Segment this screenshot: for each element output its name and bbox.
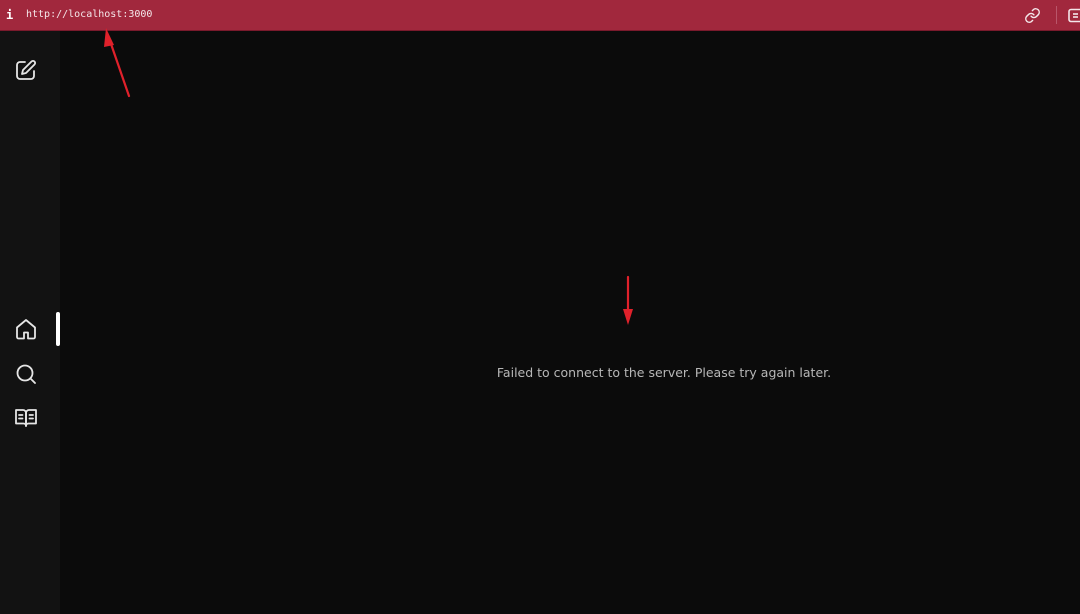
address-bar: i http://localhost:3000 xyxy=(0,0,1080,31)
panel-icon[interactable] xyxy=(1068,8,1080,23)
sidebar-item-home[interactable] xyxy=(13,316,39,342)
info-icon[interactable]: i xyxy=(6,7,14,23)
url-text[interactable]: http://localhost:3000 xyxy=(26,7,152,23)
home-icon xyxy=(16,319,36,340)
sidebar-item-search[interactable] xyxy=(13,361,39,387)
edit-icon xyxy=(16,60,36,80)
toolbar-divider xyxy=(1056,6,1057,24)
search-icon xyxy=(16,364,36,384)
error-message: Failed to connect to the server. Please … xyxy=(496,365,832,380)
sidebar-item-library[interactable] xyxy=(13,405,39,431)
main-content: Failed to connect to the server. Please … xyxy=(60,31,1080,614)
sidebar xyxy=(0,31,60,614)
book-icon xyxy=(15,409,37,427)
link-icon[interactable] xyxy=(1024,7,1041,24)
new-note-button[interactable] xyxy=(13,57,39,83)
